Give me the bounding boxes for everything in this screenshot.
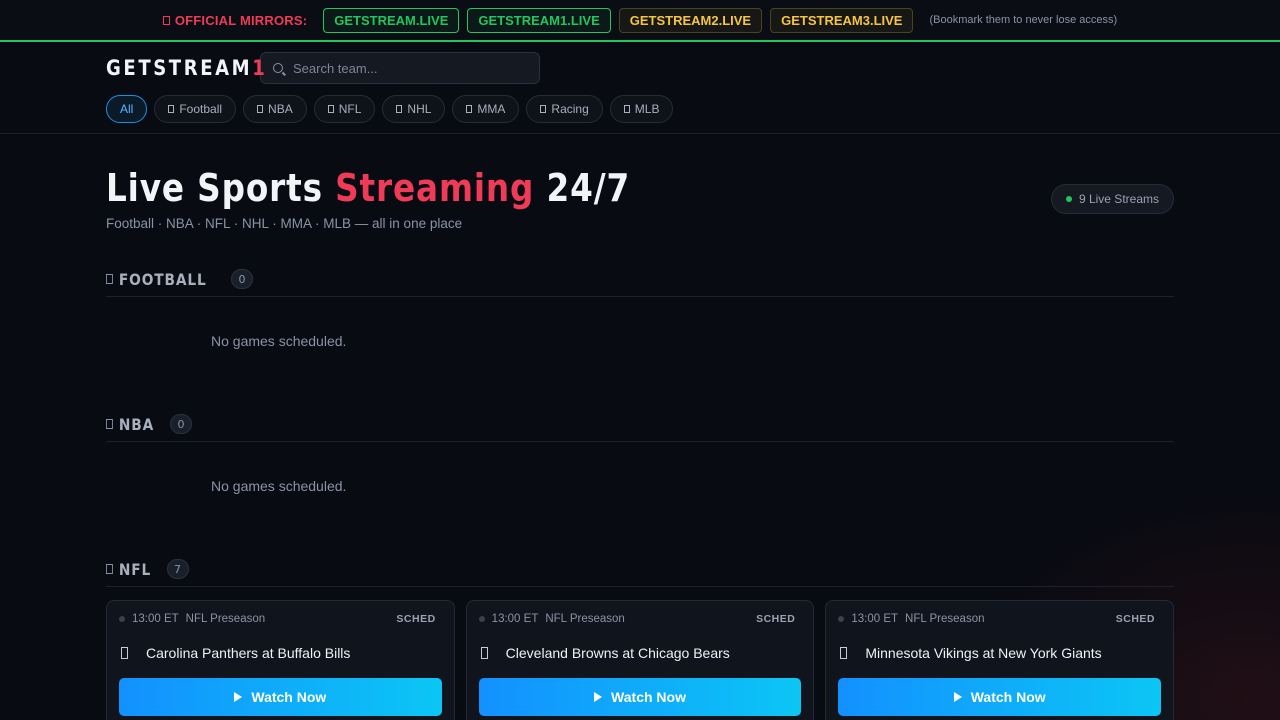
matchup-title: Carolina Panthers at Buffalo Bills [146, 645, 351, 661]
game-meta: 13:00 ET NFL Preseason SCHED [838, 613, 1161, 625]
game-card[interactable]: 13:00 ET NFL Preseason SCHED Minnesota V… [825, 600, 1175, 720]
filter-all[interactable]: All [106, 95, 148, 123]
filter-nba[interactable]: NBA [243, 95, 307, 123]
filter-football[interactable]: Football [154, 95, 237, 123]
american-football-icon [480, 647, 488, 659]
game-count-badge: 0 [169, 414, 192, 434]
game-league: NFL Preseason [545, 613, 625, 625]
game-time: 13:00 ET [491, 613, 539, 625]
boxing-glove-icon [466, 105, 473, 113]
live-streams-badge: 9 Live Streams [1050, 184, 1174, 214]
search-icon [273, 63, 283, 73]
site-logo[interactable]: GETSTREAM1 [106, 56, 265, 80]
filter-nhl[interactable]: NHL [382, 95, 446, 123]
basketball-icon [106, 419, 113, 429]
hockey-icon [396, 105, 403, 113]
football-icon [168, 105, 175, 113]
page-subtitle: Football · NBA · NFL · NHL · MMA · MLB —… [106, 216, 463, 231]
status-dot-icon [838, 616, 845, 622]
section-nfl: NFL 7 13:00 ET NFL Preseason SCHED Carol… [0, 552, 1280, 720]
watch-now-button[interactable]: Watch Now [838, 678, 1162, 716]
game-count-badge: 7 [166, 559, 189, 579]
mirror-link-getstream-live[interactable]: GETSTREAM.LIVE [323, 7, 460, 33]
status-badge: SCHED [756, 613, 796, 625]
mirror-link-getstream3-live[interactable]: GETSTREAM3.LIVE [770, 7, 914, 33]
status-badge: SCHED [396, 613, 436, 625]
warning-icon [162, 15, 170, 25]
watch-now-button[interactable]: Watch Now [478, 678, 802, 716]
search-box[interactable] [260, 52, 540, 84]
american-football-icon [327, 105, 334, 113]
game-card[interactable]: 13:00 ET NFL Preseason SCHED Carolina Pa… [106, 600, 455, 720]
filter-mlb[interactable]: MLB [609, 95, 674, 123]
baseball-icon [623, 105, 630, 113]
game-matchup: Cleveland Browns at Chicago Bears [479, 645, 802, 661]
football-icon [106, 274, 113, 284]
section-header: FOOTBALL 0 [106, 262, 1174, 297]
mirror-label: OFFICIAL MIRRORS: [162, 13, 307, 28]
status-dot-icon [478, 616, 485, 622]
game-league: NFL Preseason [905, 613, 985, 625]
section-nba: NBA 0 No games scheduled. [0, 407, 1280, 552]
filter-racing[interactable]: Racing [526, 95, 603, 123]
section-header: NFL 7 [106, 552, 1174, 587]
section-title: NFL [106, 560, 151, 579]
section-header: NBA 0 [106, 407, 1174, 442]
page-title: Live Sports Streaming 24/7 [106, 166, 631, 210]
play-icon [953, 692, 962, 702]
mirror-note: (Bookmark them to never lose access) [929, 14, 1118, 26]
play-icon [594, 692, 603, 702]
live-dot-icon [1065, 196, 1072, 202]
site-header: GETSTREAM1 All Football NBA NFL NHL MMA … [0, 42, 1280, 134]
game-time: 13:00 ET [851, 613, 899, 625]
racing-flag-icon [540, 105, 547, 113]
game-card-list: 13:00 ET NFL Preseason SCHED Carolina Pa… [106, 600, 1175, 720]
status-dot-icon [119, 616, 125, 622]
section-title: FOOTBALL [106, 270, 207, 289]
filter-nfl[interactable]: NFL [313, 95, 376, 123]
game-card[interactable]: 13:00 ET NFL Preseason SCHED Cleveland B… [465, 600, 815, 720]
game-meta: 13:00 ET NFL Preseason SCHED [119, 613, 442, 625]
mirror-link-getstream1-live[interactable]: GETSTREAM1.LIVE [467, 7, 611, 33]
basketball-icon [257, 105, 264, 113]
empty-state: No games scheduled. [211, 333, 347, 349]
mirror-bar: OFFICIAL MIRRORS: GETSTREAM.LIVE GETSTRE… [0, 0, 1280, 42]
american-football-icon [121, 647, 128, 659]
game-matchup: Carolina Panthers at Buffalo Bills [119, 645, 442, 661]
filter-mma[interactable]: MMA [452, 95, 520, 123]
section-title: NBA [106, 415, 154, 434]
matchup-title: Minnesota Vikings at New York Giants [865, 645, 1102, 661]
matchup-title: Cleveland Browns at Chicago Bears [505, 645, 730, 661]
american-football-icon [840, 647, 848, 659]
game-meta: 13:00 ET NFL Preseason SCHED [478, 613, 802, 625]
section-football: FOOTBALL 0 No games scheduled. [0, 262, 1280, 407]
game-count-badge: 0 [231, 269, 254, 289]
game-matchup: Minnesota Vikings at New York Giants [838, 645, 1161, 661]
search-input[interactable] [293, 60, 513, 76]
game-league: NFL Preseason [185, 613, 266, 625]
hero: Live Sports Streaming 24/7 Football · NB… [0, 134, 1280, 262]
mirror-link-getstream2-live[interactable]: GETSTREAM2.LIVE [618, 7, 763, 33]
american-football-icon [106, 564, 113, 574]
empty-state: No games scheduled. [211, 478, 347, 494]
watch-now-button[interactable]: Watch Now [119, 678, 442, 716]
play-icon [234, 692, 243, 702]
status-badge: SCHED [1115, 613, 1156, 625]
game-time: 13:00 ET [132, 613, 179, 625]
sport-filter-bar: All Football NBA NFL NHL MMA Racing MLB [106, 95, 1174, 123]
